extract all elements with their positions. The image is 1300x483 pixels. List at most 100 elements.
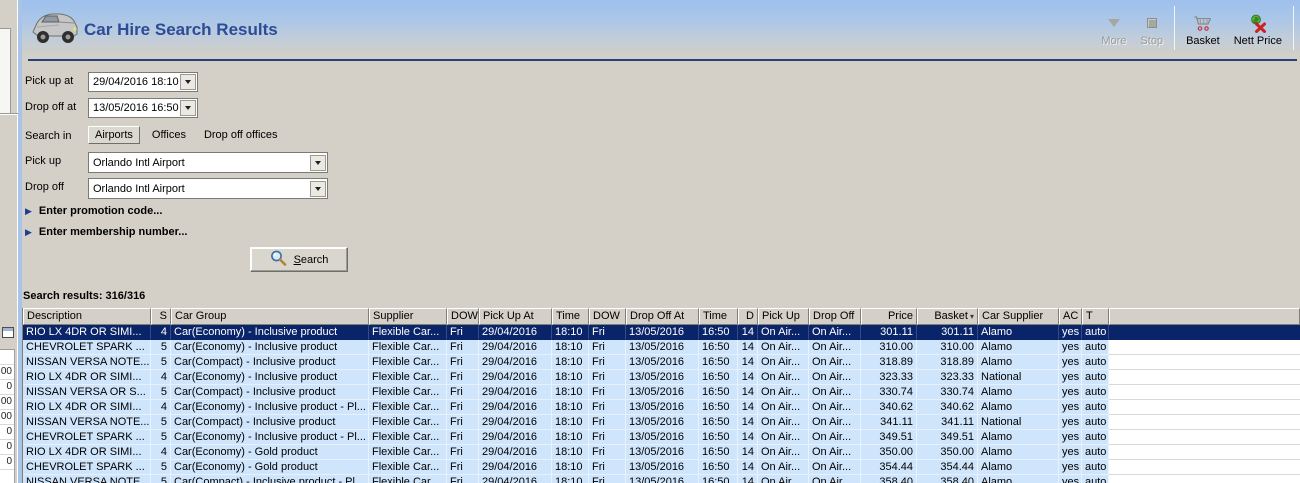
table-cell: 14 — [738, 355, 758, 370]
header-cell[interactable]: DOW — [447, 308, 479, 325]
table-cell: 16:50 — [699, 415, 738, 430]
table-cell: 13/05/2016 — [626, 400, 699, 415]
table-cell: 349.51 — [861, 430, 917, 445]
results-table: Description S Car Group Supplier DOW Pick Up … — [22, 308, 1300, 483]
table-cell: On Air... — [809, 415, 861, 430]
table-cell: 340.62 — [861, 400, 917, 415]
header-cell[interactable]: S — [151, 308, 171, 325]
table-row[interactable]: CHEVROLET SPARK ... 5 Car(Economy) - Inclu… — [23, 430, 1300, 445]
header-cell[interactable]: AC — [1059, 308, 1082, 325]
table-cell: 13/05/2016 — [626, 430, 699, 445]
table-cell: Car(Economy) - Inclusive product — [171, 370, 369, 385]
dropoff-combo[interactable]: Orlando Intl Airport — [88, 178, 328, 199]
table-cell: On Air... — [758, 430, 809, 445]
table-row[interactable]: RIO LX 4DR OR SIMI... 4 Car(Economy) - Inc… — [23, 325, 1300, 340]
table-cell: 5 — [151, 430, 171, 445]
header-cell[interactable]: Drop Off — [809, 308, 861, 325]
dropoff-at-field[interactable]: 13/05/2016 16:50 — [88, 98, 198, 118]
table-cell: 14 — [738, 325, 758, 340]
dropoff-dropdown-icon[interactable] — [310, 180, 326, 197]
tab-offices[interactable]: Offices — [146, 127, 192, 143]
table-cell: Alamo — [978, 340, 1059, 355]
header-cell[interactable]: D — [738, 308, 758, 325]
membership-number-expander[interactable]: ▶ Enter membership number... — [25, 226, 187, 238]
table-cell: 18:10 — [552, 340, 589, 355]
header-cell[interactable]: Car Supplier — [978, 308, 1059, 325]
dropoff-at-dropdown-icon[interactable] — [180, 100, 196, 116]
pickup-at-label: Pick up at — [25, 75, 74, 87]
basket-button[interactable]: Basket — [1179, 4, 1227, 52]
header-cell[interactable]: Supplier — [369, 308, 447, 325]
table-row[interactable]: CHEVROLET SPARK ... 5 Car(Economy) - Gold … — [23, 460, 1300, 475]
table-row[interactable]: RIO LX 4DR OR SIMI... 4 Car(Economy) - Inc… — [23, 370, 1300, 385]
background-cell-fragment: 00 — [0, 410, 14, 425]
header-cell[interactable]: Pick Up At — [479, 308, 552, 325]
header-cell[interactable]: DOW — [589, 308, 626, 325]
table-row[interactable]: NISSAN VERSA OR S... 5 Car(Compact) - Incl… — [23, 385, 1300, 400]
pickup-at-field[interactable]: 29/04/2016 18:10 — [88, 72, 198, 92]
table-row[interactable]: NISSAN VERSA NOTE... 5 Car(Compact) - Incl… — [23, 355, 1300, 370]
table-cell: Fri — [447, 460, 479, 475]
table-cell: 323.33 — [917, 370, 978, 385]
table-cell: On Air... — [758, 340, 809, 355]
nett-price-button[interactable]: Nett Price — [1227, 4, 1289, 52]
table-cell: Fri — [589, 340, 626, 355]
pickup-combo[interactable]: Orlando Intl Airport — [88, 152, 328, 173]
search-button[interactable]: Search — [250, 247, 348, 272]
table-row[interactable]: RIO LX 4DR OR SIMI... 4 Car(Economy) - Inc… — [23, 400, 1300, 415]
pickup-at-dropdown-icon[interactable] — [180, 74, 196, 90]
basket-icon — [1193, 11, 1213, 35]
table-cell: 29/04/2016 — [479, 460, 552, 475]
toolbar-separator — [1293, 6, 1294, 50]
table-cell: 323.33 — [861, 370, 917, 385]
table-cell: Alamo — [978, 355, 1059, 370]
header-cell[interactable]: T — [1082, 308, 1109, 325]
table-cell: Flexible Car... — [369, 340, 447, 355]
table-cell: 349.51 — [917, 430, 978, 445]
expander-arrow-icon: ▶ — [25, 227, 32, 237]
table-cell: 13/05/2016 — [626, 460, 699, 475]
more-icon — [1107, 11, 1120, 35]
promotion-code-expander[interactable]: ▶ Enter promotion code... — [25, 205, 162, 217]
table-row[interactable]: NISSAN VERSA NOTE... 5 Car(Compact) - Incl… — [23, 415, 1300, 430]
table-cell: NISSAN VERSA NOTE... — [23, 415, 151, 430]
header-cell[interactable]: Car Group — [171, 308, 369, 325]
table-cell: RIO LX 4DR OR SIMI... — [23, 445, 151, 460]
tab-airports[interactable]: Airports — [88, 126, 140, 144]
table-cell: On Air... — [758, 415, 809, 430]
table-cell: 358.40 — [861, 475, 917, 483]
table-cell: 5 — [151, 385, 171, 400]
table-cell: 4 — [151, 400, 171, 415]
table-cell: 14 — [738, 385, 758, 400]
header-cell[interactable]: Description — [23, 308, 151, 325]
table-cell: Car(Economy) - Inclusive product - Pl... — [171, 400, 369, 415]
header-cell[interactable]: Drop Off At — [626, 308, 699, 325]
pickup-dropdown-icon[interactable] — [310, 154, 326, 171]
table-cell: On Air... — [758, 370, 809, 385]
tab-drop-off-offices[interactable]: Drop off offices — [198, 127, 284, 143]
table-cell: 18:10 — [552, 325, 589, 340]
table-cell: On Air... — [758, 385, 809, 400]
car-hire-window: Car Hire Search Results More Stop Basket… — [22, 0, 1300, 483]
table-row[interactable]: RIO LX 4DR OR SIMI... 4 Car(Economy) - Gol… — [23, 445, 1300, 460]
header-cell[interactable]: Basket ▾ — [917, 308, 978, 325]
table-cell: Fri — [447, 445, 479, 460]
header-cell[interactable]: Pick Up — [758, 308, 809, 325]
table-cell: Flexible Car... — [369, 475, 447, 483]
table-cell: 4 — [151, 325, 171, 340]
screen: 0000000000 Car Hire Search Results — [0, 0, 1300, 483]
header-cell[interactable]: Price — [861, 308, 917, 325]
table-cell: yes — [1059, 340, 1082, 355]
table-cell: 29/04/2016 — [479, 430, 552, 445]
header-cell[interactable]: Time — [552, 308, 589, 325]
table-cell: 18:10 — [552, 445, 589, 460]
table-cell: 13/05/2016 — [626, 325, 699, 340]
table-row[interactable]: CHEVROLET SPARK ... 5 Car(Economy) - Inclu… — [23, 340, 1300, 355]
table-row[interactable]: NISSAN VERSA NOTE... 5 Car(Compact) - Incl… — [23, 475, 1300, 483]
table-cell: yes — [1059, 370, 1082, 385]
table-cell: CHEVROLET SPARK ... — [23, 430, 151, 445]
table-cell: 14 — [738, 475, 758, 483]
pickup-label: Pick up — [25, 155, 62, 167]
header-cell[interactable]: Time — [699, 308, 738, 325]
table-cell: 14 — [738, 445, 758, 460]
